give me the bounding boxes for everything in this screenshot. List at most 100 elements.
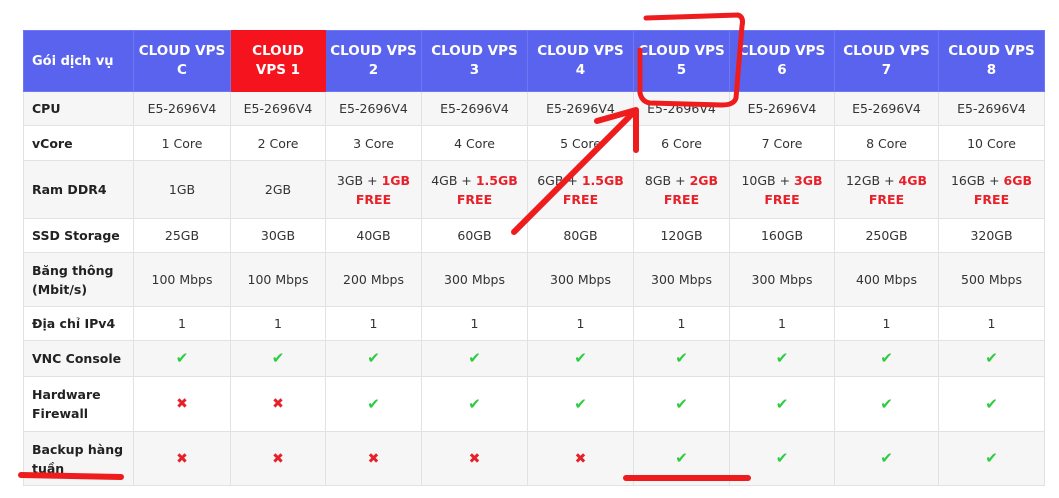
table-cell: ✔ [729, 431, 835, 486]
table-cell: 25GB [133, 218, 231, 253]
row-label: CPU [23, 91, 134, 126]
cell-value: E5-2696V4 [647, 101, 716, 116]
table-cell: 7 Core [729, 125, 835, 161]
cell-value: 8 Core [866, 135, 907, 151]
cell-value: 250GB [865, 228, 908, 243]
table-cell: 1 [325, 306, 422, 341]
table-cell: 80GB [527, 218, 634, 253]
check-icon: ✔ [985, 349, 998, 367]
check-icon: ✔ [880, 449, 893, 467]
check-icon: ✔ [985, 394, 998, 413]
table-cell: 120GB [633, 218, 730, 253]
cross-icon: ✖ [176, 450, 188, 467]
table-cell: E5-2696V4 [133, 91, 231, 126]
table-body: CPU E5-2696V4 E5-2696V4 E5-2696V4 E5-2696V4 E… [23, 91, 1045, 486]
table-cell: E5-2696V4 [527, 91, 634, 126]
table-cell: ✖ [230, 431, 326, 486]
table-cell: 4 Core [421, 125, 528, 161]
table-cell: E5-2696V4 [230, 91, 326, 126]
table-row: vCore 1 Core 2 Core 3 Core 4 Core 5 Core 6 Cor… [23, 125, 1045, 161]
table-cell: 60GB [421, 218, 528, 253]
check-icon: ✔ [574, 349, 587, 367]
cell-value: E5-2696V4 [147, 101, 217, 116]
table-cell: 16GB + 6GB FREE [938, 160, 1045, 219]
check-icon: ✔ [175, 349, 189, 367]
row-label: VNC Console [23, 340, 134, 377]
table-cell: 1GB [133, 160, 231, 219]
table-cell: 500 Mbps [938, 252, 1045, 307]
row-label: Hardware Firewall [23, 376, 134, 432]
check-icon: ✔ [675, 394, 688, 413]
table-cell: ✖ [133, 376, 231, 432]
check-icon: ✔ [468, 349, 481, 367]
check-icon: ✔ [675, 349, 688, 367]
cell-value: 160GB [760, 228, 804, 243]
column-header-plan: CLOUD VPS 5 [633, 30, 730, 92]
cell-value: 1 [178, 316, 186, 331]
cell-value: 320GB [970, 228, 1013, 243]
row-label: Băng thông (Mbit/s) [23, 252, 134, 307]
table-cell: 1 Core [133, 125, 231, 161]
table-cell: 1 [421, 306, 528, 341]
check-icon: ✔ [985, 449, 998, 467]
cross-icon: ✖ [468, 450, 481, 467]
cell-value: 3 Core [353, 135, 394, 151]
table-cell: ✔ [527, 340, 634, 377]
table-cell: 1 [230, 306, 326, 341]
table-cell: 12GB + 4GB FREE [834, 160, 939, 219]
cell-value: 1 [470, 316, 479, 331]
cell-value: 7 Core [761, 135, 803, 151]
cell-value: 6 Core [661, 135, 702, 151]
table-cell: 40GB [325, 218, 422, 253]
table-cell: ✖ [421, 431, 528, 486]
column-header-plan: CLOUD VPS 2 [325, 30, 422, 92]
cell-value: 1 [677, 316, 686, 331]
table-cell: 6 Core [633, 125, 730, 161]
cell-value: 12GB + [845, 172, 899, 188]
cell-value: E5-2696V4 [852, 101, 921, 116]
table-cell: ✔ [633, 376, 730, 432]
cross-icon: ✖ [574, 450, 587, 467]
cell-value: E5-2696V4 [957, 101, 1026, 116]
cell-value: 80GB [563, 228, 598, 243]
check-icon: ✔ [775, 349, 789, 367]
cell-value: 25GB [164, 228, 200, 243]
table-cell: 160GB [729, 218, 835, 253]
table-row: CPU E5-2696V4 E5-2696V4 E5-2696V4 E5-2696V4 E… [23, 91, 1045, 126]
table-cell: 1 [133, 306, 231, 341]
table-cell: 1 [633, 306, 730, 341]
cell-value: 1 [274, 316, 282, 331]
cell-value: 300 Mbps [751, 272, 813, 287]
table-cell: E5-2696V4 [325, 91, 422, 126]
table-cell: 200 Mbps [325, 252, 422, 307]
cell-value: E5-2696V4 [339, 101, 408, 116]
cell-value: 5 Core [560, 135, 601, 151]
column-header-plan: CLOUD VPS C [133, 30, 231, 92]
cell-value: 3GB + [336, 172, 382, 188]
check-icon: ✔ [574, 394, 587, 413]
cell-value: 2GB [264, 182, 292, 197]
table-row: Ram DDR4 1GB 2GB 3GB + 1GB FREE 4GB + 1.5GB … [23, 160, 1045, 219]
cell-value: E5-2696V4 [243, 101, 313, 116]
cell-value: E5-2696V4 [440, 101, 509, 116]
table-cell: ✖ [325, 431, 422, 486]
row-label: Ram DDR4 [23, 160, 134, 219]
cell-value: 400 Mbps [856, 272, 917, 287]
table-cell: ✔ [729, 376, 835, 432]
pricing-table: Gói dịch vụ CLOUD VPS C CLOUD VPS 1 CLOU… [23, 30, 1045, 486]
check-icon: ✔ [775, 449, 789, 467]
table-cell: E5-2696V4 [938, 91, 1045, 126]
table-header-row: Gói dịch vụ CLOUD VPS C CLOUD VPS 1 CLOU… [23, 30, 1045, 92]
cell-value: 40GB [356, 228, 391, 243]
cell-value: 4 Core [454, 135, 495, 151]
table-cell: ✔ [938, 376, 1045, 432]
table-cell: 300 Mbps [421, 252, 528, 307]
cell-value: 1GB [168, 182, 196, 197]
table-cell: 10 Core [938, 125, 1045, 161]
table-cell: 30GB [230, 218, 326, 253]
table-cell: ✔ [834, 431, 939, 486]
table-cell: 5 Core [527, 125, 634, 161]
table-row: Băng thông (Mbit/s) 100 Mbps 100 Mbps 200 M… [23, 252, 1045, 307]
cross-icon: ✖ [272, 396, 284, 412]
table-cell: 8 Core [834, 125, 939, 161]
